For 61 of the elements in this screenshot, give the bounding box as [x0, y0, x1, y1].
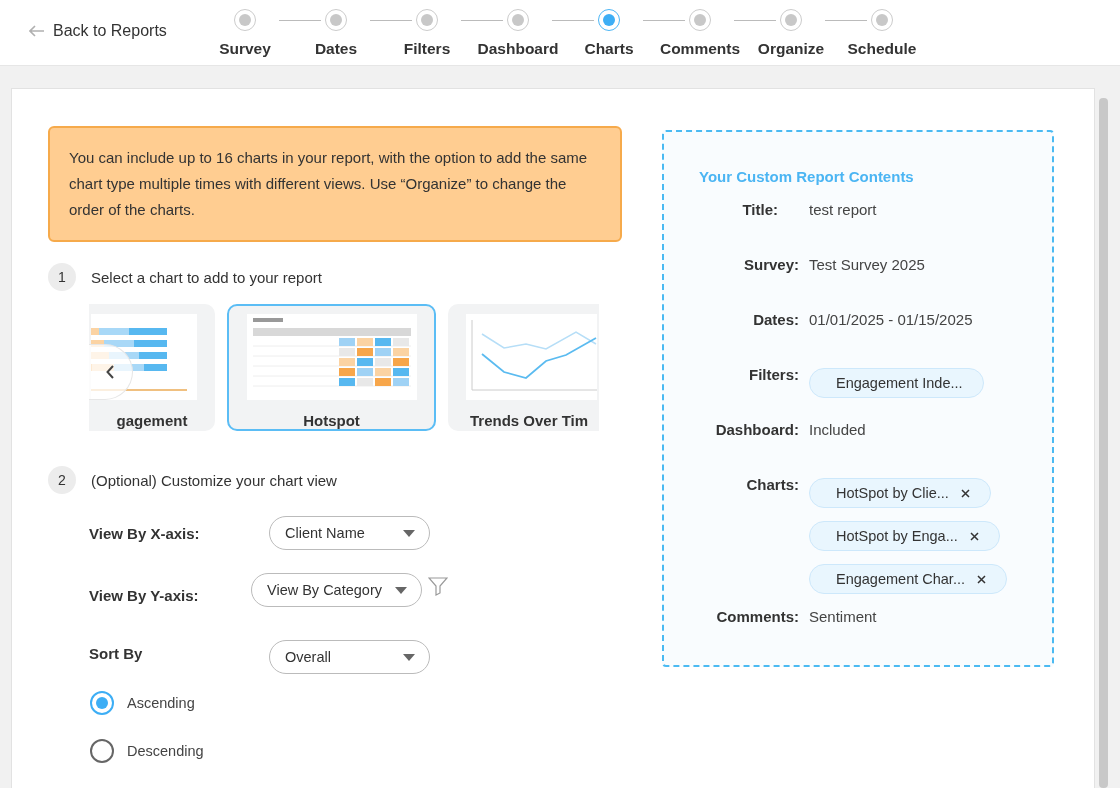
step-label[interactable]: Survey: [219, 40, 271, 58]
chip-label: Engagement Inde...: [836, 375, 963, 391]
caret-icon: [403, 529, 415, 537]
scrollbar[interactable]: [1099, 98, 1108, 788]
summary-label: Dashboard:: [714, 420, 799, 440]
step-label[interactable]: Schedule: [847, 40, 917, 58]
step-indicator[interactable]: [325, 9, 347, 31]
step-indicator[interactable]: [234, 9, 256, 31]
summary-label: Survey:: [742, 255, 799, 275]
caret-icon: [395, 586, 407, 594]
close-icon[interactable]: [969, 531, 979, 541]
chip-label: HotSpot by Enga...: [836, 528, 958, 544]
step-label[interactable]: Dashboard: [477, 40, 559, 58]
step-indicator[interactable]: [598, 9, 620, 31]
summary-label: Charts:: [745, 475, 799, 495]
summary-value: Included: [809, 420, 867, 440]
field-label: Sort By: [89, 644, 144, 662]
step-indicator[interactable]: [507, 9, 529, 31]
step-title: (Optional) Customize your chart view: [91, 471, 337, 489]
close-icon[interactable]: [977, 574, 986, 584]
step-number: 1: [48, 263, 76, 291]
summary-label: Title:: [741, 200, 779, 220]
step-label[interactable]: Comments: [659, 40, 741, 58]
field-label: View By Y-axis:: [89, 586, 200, 604]
sort-dropdown[interactable]: Overall: [269, 640, 430, 674]
radio-label[interactable]: Ascending: [127, 695, 195, 711]
y-axis-dropdown[interactable]: View By Category: [251, 573, 422, 607]
arrow-left-icon: [29, 25, 45, 37]
step-indicator[interactable]: [780, 9, 802, 31]
x-axis-dropdown[interactable]: Client Name: [269, 516, 430, 550]
summary-value: Sentiment: [809, 607, 878, 627]
chart-option-card[interactable]: Trends Over Tim: [448, 304, 599, 431]
summary-value: 01/01/2025 - 01/15/2025: [809, 310, 974, 330]
close-icon[interactable]: [960, 488, 970, 498]
radio-label[interactable]: Descending: [127, 743, 204, 759]
step-number: 2: [48, 466, 76, 494]
filter-icon[interactable]: [428, 576, 448, 596]
summary-value: Test Survey 2025: [809, 255, 926, 275]
chip-label: Engagement Char...: [836, 571, 965, 587]
field-label: View By X-axis:: [89, 524, 201, 542]
step-label[interactable]: Organize: [757, 40, 825, 58]
chart-option-card[interactable]: Hotspot: [227, 304, 436, 431]
summary-value: test report: [809, 200, 878, 220]
summary-label: Filters:: [748, 365, 799, 385]
summary-label: Comments:: [715, 607, 799, 627]
step-indicator[interactable]: [689, 9, 711, 31]
radio-button[interactable]: [90, 691, 114, 715]
summary-label: Dates:: [752, 310, 799, 330]
step-indicator[interactable]: [871, 9, 893, 31]
caret-icon: [403, 653, 415, 661]
step-label[interactable]: Dates: [314, 40, 358, 58]
step-label[interactable]: Charts: [584, 40, 634, 58]
radio-button[interactable]: [90, 739, 114, 763]
chip-label: HotSpot by Clie...: [836, 485, 949, 501]
step-title: Select a chart to add to your report: [91, 268, 322, 286]
chevron-left-icon: [106, 365, 115, 379]
step-indicator[interactable]: [416, 9, 438, 31]
info-notice: You can include up to 16 charts in your report, with the option to add the same chart type multiple times with different views. Use “Organize” to change the order of the charts.: [48, 126, 622, 242]
panel-heading: Your Custom Report Contents: [699, 168, 915, 185]
step-label[interactable]: Filters: [403, 40, 451, 58]
back-link[interactable]: Back to Reports: [29, 22, 195, 40]
